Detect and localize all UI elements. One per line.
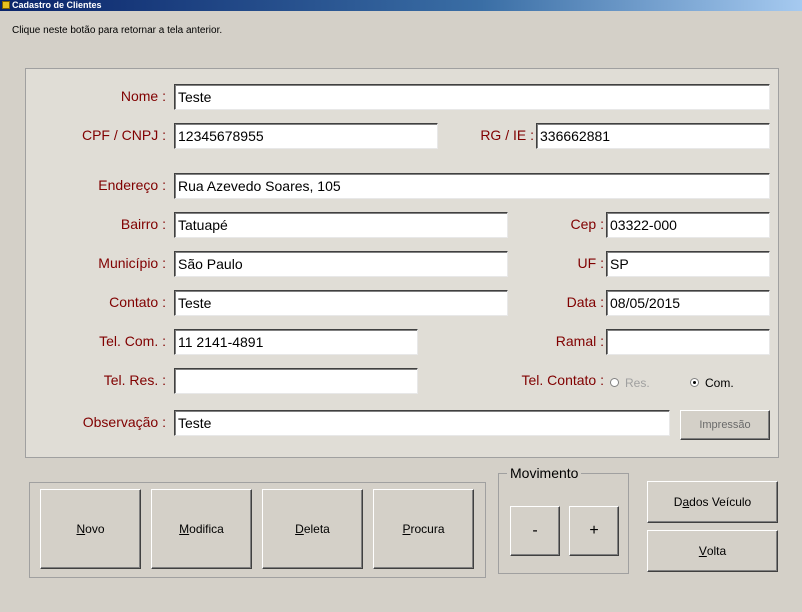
novo-button[interactable]: Novo [40, 489, 141, 569]
app-icon [2, 1, 10, 9]
nome-label: Nome : [120, 88, 166, 104]
volta-label: olta [706, 544, 727, 558]
ramal-field[interactable] [606, 329, 770, 355]
deleta-mnemonic: D [295, 522, 304, 536]
nome-field[interactable]: Teste [174, 84, 770, 110]
dados-veiculo-button[interactable]: Da dos Veículo [647, 481, 778, 523]
cpf-label: CPF / CNPJ : [81, 127, 166, 143]
minus-label: - [532, 522, 538, 539]
ramal-label: Ramal : [555, 333, 604, 349]
movimento-title: Movimento [507, 465, 582, 481]
radio-com[interactable]: Com. [690, 376, 734, 390]
uf-label: UF : [577, 255, 604, 271]
procura-button[interactable]: Procura [373, 489, 474, 569]
status-hint: Clique neste botão para retornar a tela … [12, 25, 223, 36]
rg-field[interactable]: 336662881 [536, 123, 770, 149]
modifica-label: odifica [189, 522, 224, 536]
municipio-field[interactable]: São Paulo [174, 251, 508, 277]
cpf-field[interactable]: 12345678955 [174, 123, 438, 149]
tel-com-label: Tel. Com. : [99, 333, 166, 349]
modifica-button[interactable]: Modifica [151, 489, 252, 569]
modifica-mnemonic: M [179, 522, 190, 536]
next-record-button[interactable]: + [569, 506, 619, 556]
cep-label: Cep : [570, 216, 604, 232]
radio-res[interactable]: Res. [610, 376, 650, 390]
endereco-label: Endereço : [98, 177, 166, 193]
novo-label: ovo [85, 522, 105, 536]
tel-contato-label: Tel. Contato : [521, 372, 605, 388]
rg-label: RG / IE : [480, 127, 534, 143]
tel-com-field[interactable]: 11 2141-4891 [174, 329, 418, 355]
observacao-label: Observação : [82, 414, 166, 430]
novo-mnemonic: N [76, 522, 86, 536]
impressao-button[interactable]: Impressão [680, 410, 770, 440]
dados-veiculo-pre: D [673, 495, 683, 509]
tel-res-label: Tel. Res. : [103, 372, 166, 388]
cep-field[interactable]: 03322-000 [606, 212, 770, 238]
dados-veiculo-label: dos Veículo [689, 495, 752, 509]
endereco-field[interactable]: Rua Azevedo Soares, 105 [174, 173, 770, 199]
dados-veiculo-mnemonic: a [682, 495, 690, 509]
volta-button[interactable]: Volta [647, 530, 778, 572]
deleta-label: eleta [303, 522, 330, 536]
bairro-field[interactable]: Tatuapé [174, 212, 508, 238]
radio-res-label: Res. [625, 376, 650, 390]
uf-field[interactable]: SP [606, 251, 770, 277]
radio-com-dot [690, 378, 699, 387]
radio-com-label: Com. [705, 376, 734, 390]
radio-res-dot [610, 378, 619, 387]
contato-field[interactable]: Teste [174, 290, 508, 316]
plus-label: + [589, 522, 599, 539]
contato-label: Contato : [109, 294, 166, 310]
volta-mnemonic: V [698, 544, 707, 558]
previous-record-button[interactable]: - [510, 506, 560, 556]
data-field[interactable]: 08/05/2015 [606, 290, 770, 316]
observacao-field[interactable]: Teste [174, 410, 670, 436]
tel-res-field[interactable] [174, 368, 418, 394]
procura-mnemonic: P [402, 522, 411, 536]
procura-label: rocura [410, 522, 445, 536]
impressao-label: Impressão [699, 419, 751, 431]
municipio-label: Município : [98, 255, 166, 271]
window-title: Cadastro de Clientes [12, 0, 102, 10]
deleta-button[interactable]: Deleta [262, 489, 363, 569]
bairro-label: Bairro : [120, 216, 166, 232]
data-label: Data : [566, 294, 604, 310]
title-bar[interactable]: Cadastro de Clientes [0, 0, 802, 11]
